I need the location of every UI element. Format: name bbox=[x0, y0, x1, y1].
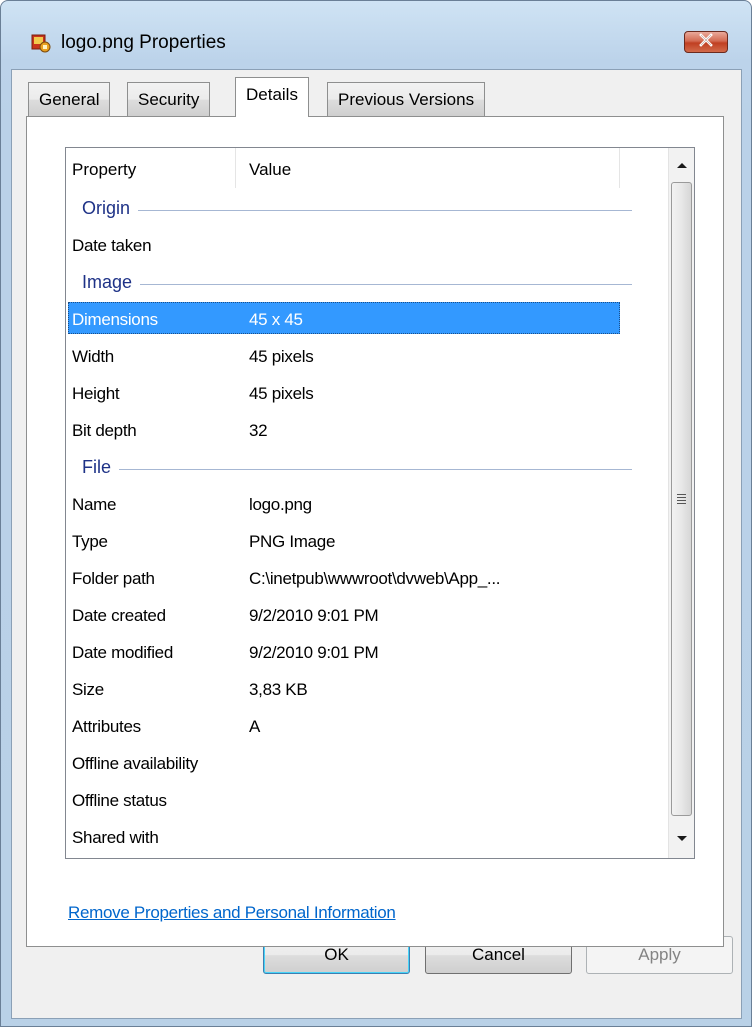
property-name: Name bbox=[72, 495, 117, 514]
close-icon bbox=[698, 32, 714, 52]
group-header-file: File bbox=[66, 449, 671, 486]
column-header-property[interactable]: Property bbox=[72, 148, 136, 188]
property-rows: Origin Date taken Image Dimensions 45 x … bbox=[66, 190, 671, 856]
property-value: logo.png bbox=[249, 495, 312, 514]
details-tab-panel: Property Value Origin Date taken Image D… bbox=[26, 116, 724, 947]
property-value: 45 pixels bbox=[249, 347, 314, 366]
property-name: Date created bbox=[72, 606, 166, 625]
list-item-selected[interactable]: Dimensions 45 x 45 bbox=[66, 301, 671, 338]
group-title: File bbox=[82, 449, 120, 486]
scroll-up-arrow-icon bbox=[676, 156, 688, 174]
tab-security[interactable]: Security bbox=[127, 82, 211, 116]
list-header: Property Value bbox=[66, 148, 671, 188]
apply-button-label: Apply bbox=[638, 945, 681, 964]
property-value: PNG Image bbox=[249, 532, 336, 551]
close-button[interactable] bbox=[684, 31, 728, 53]
tab-general-label: General bbox=[39, 90, 100, 109]
column-separator[interactable] bbox=[619, 148, 620, 188]
list-item[interactable]: Height 45 pixels bbox=[66, 375, 671, 412]
property-value: 32 bbox=[249, 421, 268, 440]
property-name: Offline availability bbox=[72, 754, 198, 773]
tab-previous-versions-label: Previous Versions bbox=[338, 90, 475, 109]
property-name: Size bbox=[72, 680, 104, 699]
property-name: Shared with bbox=[72, 828, 159, 847]
list-item[interactable]: Offline availability bbox=[66, 745, 671, 782]
scroll-up-button[interactable] bbox=[669, 150, 694, 180]
list-item[interactable]: Bit depth 32 bbox=[66, 412, 671, 449]
group-divider bbox=[82, 210, 632, 211]
remove-properties-link[interactable]: Remove Properties and Personal Informati… bbox=[68, 903, 396, 923]
property-name: Folder path bbox=[72, 569, 155, 588]
tab-general[interactable]: General bbox=[28, 82, 111, 116]
property-value: 9/2/2010 9:01 PM bbox=[249, 643, 379, 662]
group-header-image: Image bbox=[66, 264, 671, 301]
group-divider bbox=[82, 469, 632, 470]
list-item[interactable]: Date modified 9/2/2010 9:01 PM bbox=[66, 634, 671, 671]
scroll-down-arrow-icon bbox=[676, 830, 688, 848]
column-separator[interactable] bbox=[235, 148, 236, 188]
property-value: C:\inetpub\wwwroot\dvweb\App_... bbox=[249, 569, 501, 588]
property-value: 9/2/2010 9:01 PM bbox=[249, 606, 379, 625]
property-name: Attributes bbox=[72, 717, 141, 736]
image-file-icon bbox=[31, 33, 51, 53]
list-item[interactable]: Type PNG Image bbox=[66, 523, 671, 560]
vertical-scrollbar[interactable] bbox=[668, 148, 694, 858]
title-bar[interactable]: logo.png Properties bbox=[1, 1, 751, 69]
list-item[interactable]: Size 3,83 KB bbox=[66, 671, 671, 708]
scroll-down-button[interactable] bbox=[669, 824, 694, 854]
property-value: 45 pixels bbox=[249, 384, 314, 403]
list-item[interactable]: Date created 9/2/2010 9:01 PM bbox=[66, 597, 671, 634]
group-header-origin: Origin bbox=[66, 190, 671, 227]
list-item[interactable]: Attributes A bbox=[66, 708, 671, 745]
property-list[interactable]: Property Value Origin Date taken Image D… bbox=[65, 147, 695, 859]
list-item[interactable]: Shared with bbox=[66, 819, 671, 856]
property-value: 3,83 KB bbox=[249, 680, 308, 699]
property-name: Type bbox=[72, 532, 108, 551]
tab-details[interactable]: Details bbox=[235, 77, 309, 117]
property-name: Width bbox=[72, 347, 114, 366]
group-title: Origin bbox=[82, 190, 139, 227]
property-value: 45 x 45 bbox=[249, 310, 303, 329]
list-item[interactable]: Width 45 pixels bbox=[66, 338, 671, 375]
list-item[interactable]: Date taken bbox=[66, 227, 671, 264]
list-item[interactable]: Folder path C:\inetpub\wwwroot\dvweb\App… bbox=[66, 560, 671, 597]
property-name: Offline status bbox=[72, 791, 167, 810]
group-divider bbox=[82, 284, 632, 285]
properties-window: logo.png Properties General Security Det… bbox=[0, 0, 752, 1027]
property-name: Date modified bbox=[72, 643, 173, 662]
tab-details-label: Details bbox=[246, 85, 298, 104]
property-name: Date taken bbox=[72, 236, 152, 255]
property-value: A bbox=[249, 717, 261, 736]
property-name: Dimensions bbox=[72, 310, 158, 329]
window-title: logo.png Properties bbox=[61, 32, 226, 53]
property-name: Bit depth bbox=[72, 421, 137, 440]
column-header-value[interactable]: Value bbox=[249, 148, 291, 188]
property-name: Height bbox=[72, 384, 120, 403]
tab-previous-versions[interactable]: Previous Versions bbox=[327, 82, 486, 116]
tab-security-label: Security bbox=[138, 90, 200, 109]
group-title: Image bbox=[82, 264, 141, 301]
scroll-thumb[interactable] bbox=[671, 182, 692, 816]
list-item[interactable]: Offline status bbox=[66, 782, 671, 819]
scroll-grip-icon bbox=[677, 492, 686, 506]
list-item[interactable]: Name logo.png bbox=[66, 486, 671, 523]
